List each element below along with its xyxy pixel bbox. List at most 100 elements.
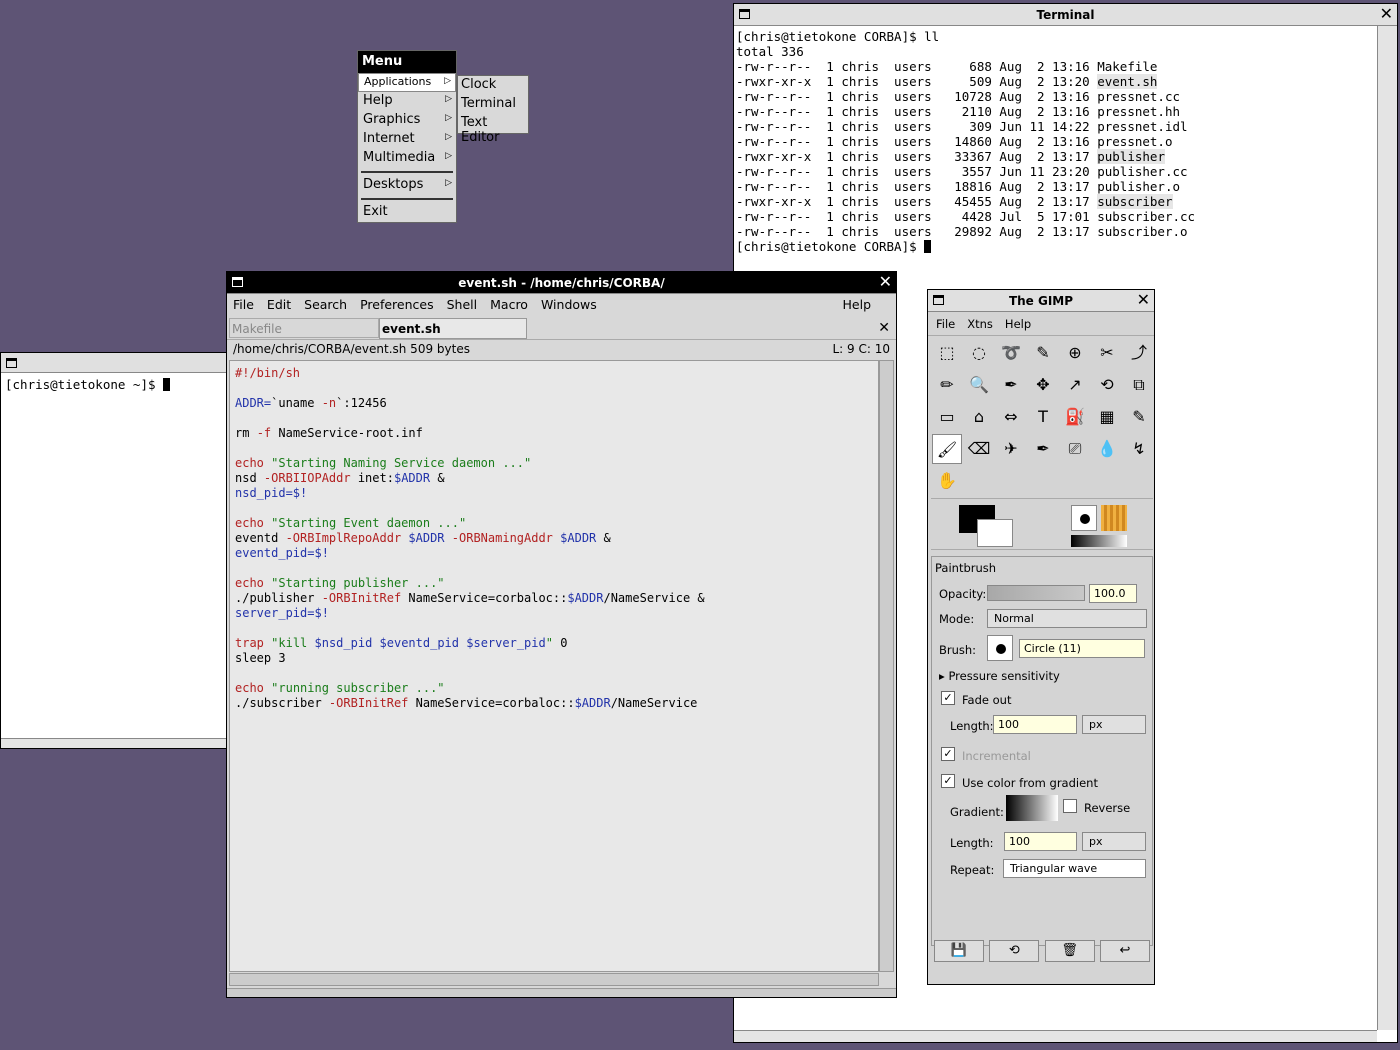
terminal-hscrollbar[interactable] (734, 1030, 1377, 1042)
eraser-icon[interactable]: ⌫ (964, 434, 994, 464)
delete-options-icon[interactable]: 🗑 (1044, 940, 1095, 962)
small-terminal-output[interactable]: [chris@tietokone ~]$ (5, 377, 171, 392)
window-menu-icon[interactable] (6, 358, 17, 368)
editor-window[interactable]: event.sh - /home/chris/CORBA/ ✕ File Edi… (226, 271, 897, 998)
background-color[interactable] (977, 519, 1013, 547)
menu-preferences[interactable]: Preferences (360, 297, 434, 315)
brush-preview[interactable] (987, 635, 1013, 661)
paintbrush-icon[interactable]: 🖌 (932, 434, 962, 464)
menu-item-desktops[interactable]: Desktops ▷ (358, 176, 456, 195)
pencil-icon[interactable]: ✎ (1124, 402, 1154, 432)
blur-icon[interactable]: 💧 (1092, 434, 1122, 464)
pressure-expander[interactable]: ▸ Pressure sensitivity (939, 669, 1060, 683)
brush-indicator[interactable] (1071, 505, 1097, 531)
menu-item-help[interactable]: Help ▷ (358, 92, 456, 111)
menu-item-internet[interactable]: Internet ▷ (358, 130, 456, 149)
tab-event-sh[interactable]: event.sh (379, 318, 527, 339)
restore-options-icon[interactable]: ⟲ (989, 940, 1040, 962)
small-terminal-window[interactable]: [chris@tietokone ~]$ (0, 352, 228, 749)
fade-length-field[interactable]: 100 (993, 715, 1077, 734)
gimp-menu-xtns[interactable]: Xtns (967, 317, 993, 331)
ellipse-select-icon[interactable]: ◌ (964, 338, 994, 368)
gradient-indicator[interactable] (1071, 535, 1127, 547)
gradient-unit-select[interactable]: px (1082, 832, 1146, 851)
reset-options-icon[interactable]: ↩ (1099, 940, 1150, 962)
scale-icon[interactable]: ⧉ (1124, 370, 1154, 400)
gradient-length-field[interactable]: 100 (1004, 832, 1077, 851)
dodge-icon[interactable]: ✋ (932, 466, 962, 496)
small-terminal-hscrollbar[interactable] (1, 738, 227, 748)
menu-macro[interactable]: Macro (490, 297, 528, 315)
flip-icon[interactable]: ⇔ (996, 402, 1026, 432)
shell-prompt: [chris@tietokone ~]$ (5, 377, 164, 392)
lasso-icon[interactable]: ➰ (996, 338, 1026, 368)
small-terminal-titlebar[interactable] (1, 353, 227, 373)
close-icon[interactable]: ✕ (1137, 291, 1150, 309)
submenu-arrow-icon: ▷ (445, 113, 452, 123)
tab-makefile[interactable]: Makefile (229, 318, 379, 338)
crop-icon[interactable]: ↗ (1060, 370, 1090, 400)
menu-windows[interactable]: Windows (541, 297, 597, 315)
terminal-output[interactable]: [chris@tietokone CORBA]$ ll total 336 -r… (736, 29, 1195, 254)
editor-hscrollbar[interactable] (229, 973, 879, 986)
airbrush-icon[interactable]: ✈ (996, 434, 1026, 464)
menu-edit[interactable]: Edit (267, 297, 291, 315)
terminal-scrollbar[interactable] (1377, 26, 1397, 1030)
opacity-slider[interactable] (987, 585, 1085, 601)
pattern-indicator[interactable] (1101, 505, 1127, 531)
gradient-preview[interactable] (1006, 795, 1058, 821)
gimp-menu-help[interactable]: Help (1005, 317, 1031, 331)
move-icon[interactable]: ✥ (1028, 370, 1058, 400)
magnify-icon[interactable]: 🔍 (964, 370, 994, 400)
bucket-fill-icon[interactable]: ⛽ (1060, 402, 1090, 432)
submenu-item-clock[interactable]: Clock (458, 76, 528, 95)
incremental-checkbox[interactable]: ✓ (941, 747, 955, 761)
fade-unit-select[interactable]: px (1082, 715, 1146, 734)
gimp-titlebar[interactable]: The GIMP ✕ (928, 290, 1154, 312)
use-gradient-checkbox[interactable]: ✓ (941, 774, 955, 788)
code-text[interactable]: #!/bin/sh ADDR=`uname -n`:12456 rm -f Na… (235, 366, 705, 711)
rect-select-icon[interactable]: ⬚ (932, 338, 962, 368)
menu-search[interactable]: Search (304, 297, 347, 315)
save-options-icon[interactable]: 💾 (934, 940, 984, 962)
close-icon[interactable]: ✕ (879, 273, 892, 291)
blend-icon[interactable]: ▦ (1092, 402, 1122, 432)
root-menu[interactable]: Menu Applications ▷ Help ▷ Graphics ▷ Inter… (357, 50, 457, 223)
ink-icon[interactable]: ✒ (1028, 434, 1058, 464)
menu-item-graphics[interactable]: Graphics ▷ (358, 111, 456, 130)
repeat-select[interactable]: Triangular wave (1003, 859, 1146, 878)
menu-shell[interactable]: Shell (447, 297, 478, 315)
clone-icon[interactable]: ⎚ (1060, 434, 1090, 464)
menu-item-applications[interactable]: Applications ▷ (358, 73, 456, 92)
measure-icon[interactable]: ✒ (996, 370, 1026, 400)
color-picker-icon[interactable]: ✏ (932, 370, 962, 400)
menu-file[interactable]: File (233, 297, 254, 315)
menu-help[interactable]: Help (843, 297, 872, 312)
gimp-menu-file[interactable]: File (936, 317, 955, 331)
scissors-icon[interactable]: ✂ (1092, 338, 1122, 368)
shear-icon[interactable]: ▭ (932, 402, 962, 432)
terminal-titlebar[interactable]: Terminal ✕ (734, 4, 1397, 26)
color-select-icon[interactable]: ⊕ (1060, 338, 1090, 368)
editor-vscrollbar[interactable] (879, 360, 894, 972)
close-icon[interactable]: ✕ (1380, 5, 1393, 23)
close-tab-icon[interactable]: ✕ (878, 320, 890, 336)
fade-out-checkbox[interactable]: ✓ (941, 691, 955, 705)
paths-icon[interactable]: ⤴ (1124, 338, 1154, 368)
smudge-icon[interactable]: ↯ (1124, 434, 1154, 464)
mode-select[interactable]: Normal (987, 609, 1147, 628)
editor-titlebar[interactable]: event.sh - /home/chris/CORBA/ ✕ (227, 272, 896, 294)
menu-item-exit[interactable]: Exit (358, 203, 456, 222)
submenu-item-text-editor[interactable]: Text Editor (458, 114, 528, 145)
menu-item-multimedia[interactable]: Multimedia ▷ (358, 149, 456, 168)
submenu-item-terminal[interactable]: Terminal (458, 95, 528, 114)
opacity-field[interactable]: 100.0 (1089, 584, 1137, 603)
rotate-icon[interactable]: ⟲ (1092, 370, 1122, 400)
text-icon[interactable]: T (1028, 402, 1058, 432)
applications-submenu[interactable]: Clock Terminal Text Editor (457, 75, 529, 145)
gimp-toolbox-window[interactable]: The GIMP ✕ File Xtns Help ⬚ ◌ ➰ ✎ ⊕ ✂ ⤴ ✏ 🔍 ✒ ✥ ↗ ⟲ ⧉… (927, 289, 1155, 985)
fuzzy-select-icon[interactable]: ✎ (1028, 338, 1058, 368)
editor-text-area[interactable]: #!/bin/sh ADDR=`uname -n`:12456 rm -f Na… (229, 360, 879, 972)
reverse-checkbox[interactable] (1063, 799, 1077, 813)
perspective-icon[interactable]: ⌂ (964, 402, 994, 432)
